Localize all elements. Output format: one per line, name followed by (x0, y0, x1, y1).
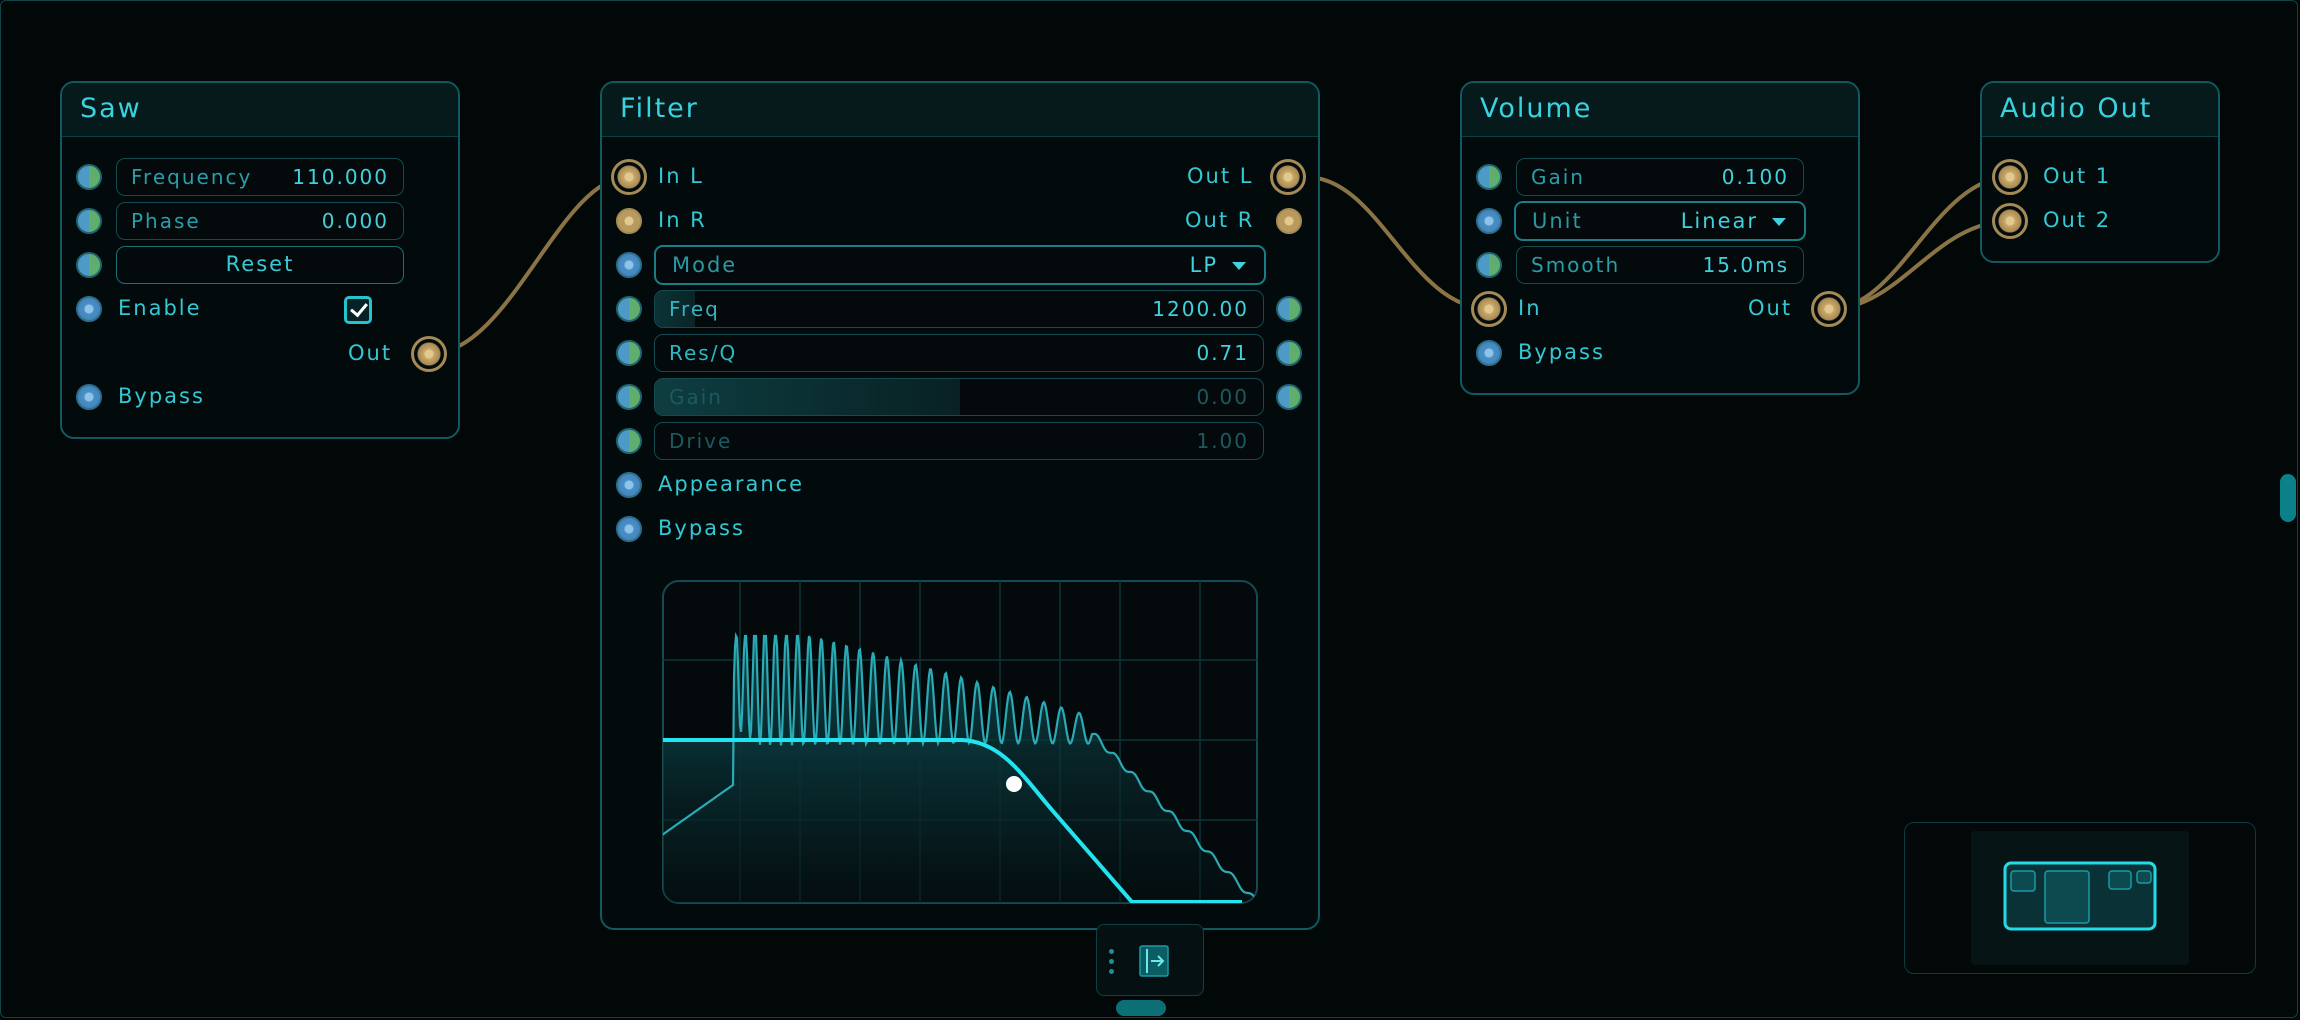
check-icon (350, 298, 368, 318)
volume-gain-field[interactable]: Gain 0.100 (1516, 158, 1804, 196)
frequency-label: Frequency (131, 165, 253, 189)
minimap-viewport[interactable] (1971, 831, 2189, 965)
mode-value: LP (1189, 253, 1218, 277)
node-toolbar[interactable] (1096, 924, 1204, 996)
mode-port-icon[interactable] (616, 252, 642, 278)
right-scroll-handle[interactable] (2280, 474, 2296, 522)
filter-in-l-label: In L (658, 164, 704, 188)
volume-gain-label: Gain (1531, 165, 1585, 189)
minimap-preview (2003, 861, 2157, 931)
phase-label: Phase (131, 209, 201, 233)
volume-out-port-icon[interactable] (1811, 291, 1847, 327)
reset-port-icon[interactable] (76, 252, 102, 278)
volume-in-label: In (1518, 296, 1542, 320)
appearance-port-icon[interactable] (616, 472, 642, 498)
drive-label: Drive (669, 429, 733, 453)
filter-in-r-label: In R (658, 208, 707, 232)
filter-out-r-label: Out R (1185, 208, 1255, 232)
drive-port-icon[interactable] (616, 428, 642, 454)
drive-slider[interactable]: Drive 1.00 (654, 422, 1264, 460)
unit-value: Linear (1680, 209, 1758, 233)
resq-label: Res/Q (669, 341, 738, 365)
bottom-resize-handle[interactable] (1116, 1000, 1166, 1016)
filter-out-l-label: Out L (1187, 164, 1254, 188)
out2-port-icon[interactable] (1992, 203, 2028, 239)
gain-label: Gain (669, 385, 723, 409)
resq-value: 0.71 (1196, 341, 1249, 365)
volume-gain-port-icon[interactable] (1476, 164, 1502, 190)
saw-out-label: Out (348, 341, 393, 365)
appearance-label: Appearance (658, 472, 805, 496)
saw-bypass-label: Bypass (118, 384, 205, 408)
filter-bypass-label: Bypass (658, 516, 745, 540)
enable-port-icon[interactable] (76, 296, 102, 322)
resq-out-port-icon[interactable] (1276, 340, 1302, 366)
chevron-down-icon (1772, 218, 1786, 226)
filter-response-graph[interactable] (662, 580, 1258, 904)
resq-slider[interactable]: Res/Q 0.71 (654, 334, 1264, 372)
smooth-port-icon[interactable] (1476, 252, 1502, 278)
unit-port-icon[interactable] (1476, 208, 1502, 234)
frequency-port-icon[interactable] (76, 164, 102, 190)
freq-label: Freq (669, 297, 720, 321)
phase-field[interactable]: Phase 0.000 (116, 202, 404, 240)
reset-button[interactable]: Reset (116, 246, 404, 284)
resq-port-icon[interactable] (616, 340, 642, 366)
vertical-dots-icon[interactable] (1109, 949, 1115, 979)
out1-port-icon[interactable] (1992, 159, 2028, 195)
volume-bypass-label: Bypass (1518, 340, 1605, 364)
filter-in-r-port-icon[interactable] (616, 208, 642, 234)
filter-out-r-port-icon[interactable] (1276, 208, 1302, 234)
smooth-field[interactable]: Smooth 15.0ms (1516, 246, 1804, 284)
volume-gain-value: 0.100 (1721, 165, 1789, 189)
gain-value: 0.00 (1196, 385, 1249, 409)
saw-out-port-icon[interactable] (411, 336, 447, 372)
freq-slider[interactable]: Freq 1200.00 (654, 290, 1264, 328)
filter-out-l-port-icon[interactable] (1270, 159, 1306, 195)
freq-port-icon[interactable] (616, 296, 642, 322)
frequency-value: 110.000 (292, 165, 389, 189)
saw-node-title[interactable]: Saw (62, 83, 458, 137)
phase-value: 0.000 (321, 209, 389, 233)
drive-value: 1.00 (1196, 429, 1249, 453)
volume-out-label: Out (1748, 296, 1793, 320)
freq-out-port-icon[interactable] (1276, 296, 1302, 322)
enable-checkbox[interactable] (344, 296, 372, 324)
gain-out-port-icon[interactable] (1276, 384, 1302, 410)
audio-out-node-title[interactable]: Audio Out (1982, 83, 2218, 137)
smooth-value: 15.0ms (1702, 253, 1789, 277)
saw-bypass-port-icon[interactable] (76, 384, 102, 410)
enable-label: Enable (118, 296, 202, 320)
exit-icon[interactable] (1139, 945, 1169, 977)
filter-bypass-port-icon[interactable] (616, 516, 642, 542)
volume-node-title[interactable]: Volume (1462, 83, 1858, 137)
gain-port-icon[interactable] (616, 384, 642, 410)
phase-port-icon[interactable] (76, 208, 102, 234)
unit-select[interactable]: Unit Linear (1514, 201, 1806, 241)
mode-label: Mode (672, 253, 738, 277)
out2-label: Out 2 (2043, 208, 2112, 232)
mode-select[interactable]: Mode LP (654, 245, 1266, 285)
cutoff-handle[interactable] (1006, 776, 1022, 792)
volume-bypass-port-icon[interactable] (1476, 340, 1502, 366)
filter-in-l-port-icon[interactable] (611, 159, 647, 195)
smooth-label: Smooth (1531, 253, 1621, 277)
unit-label: Unit (1532, 209, 1583, 233)
volume-in-port-icon[interactable] (1471, 291, 1507, 327)
frequency-field[interactable]: Frequency 110.000 (116, 158, 404, 196)
minimap[interactable] (1904, 822, 2256, 974)
freq-value: 1200.00 (1152, 297, 1249, 321)
gain-slider[interactable]: Gain 0.00 (654, 378, 1264, 416)
out1-label: Out 1 (2043, 164, 2112, 188)
filter-node-title[interactable]: Filter (602, 83, 1318, 137)
chevron-down-icon (1232, 262, 1246, 270)
